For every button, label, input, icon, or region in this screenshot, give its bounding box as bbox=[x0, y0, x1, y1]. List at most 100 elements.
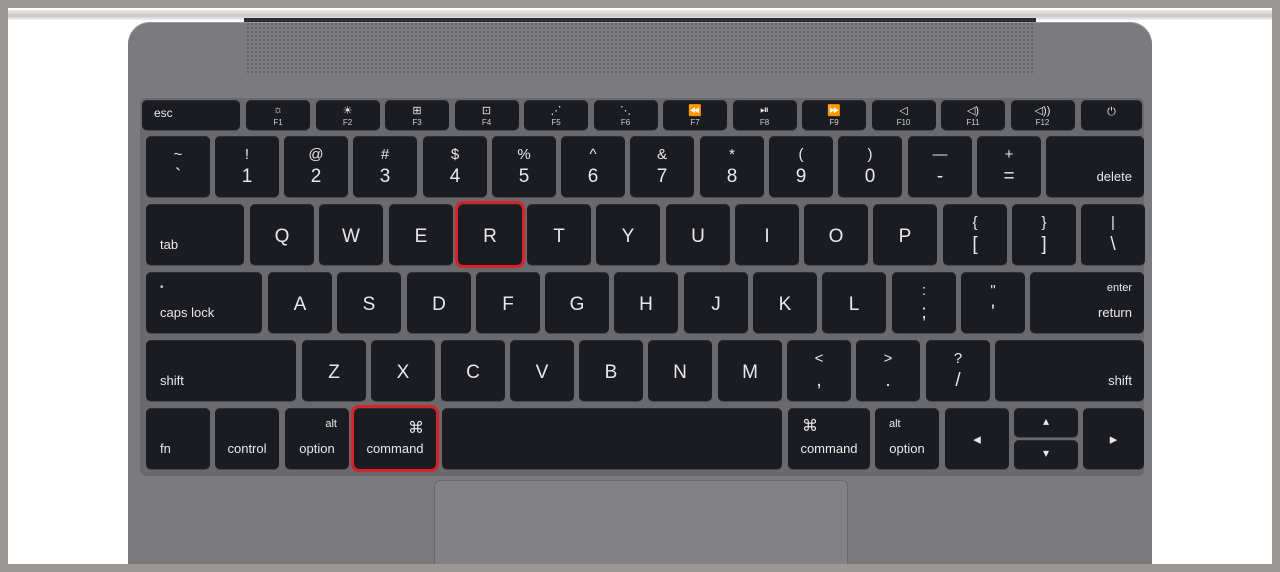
f11-icon: ◁) bbox=[966, 105, 980, 117]
trackpad[interactable] bbox=[434, 480, 848, 564]
letter-label: G bbox=[569, 294, 585, 315]
number-key-6[interactable]: ^ 6 bbox=[561, 136, 625, 197]
letter-label: F bbox=[502, 294, 514, 315]
f2-key[interactable]: ☀ F2 bbox=[315, 100, 380, 130]
number-key-4[interactable]: $4 bbox=[423, 136, 487, 197]
letter-key-u[interactable]: U bbox=[666, 204, 730, 265]
punct-key-1[interactable]: >. bbox=[856, 340, 920, 401]
letter-key-t[interactable]: T bbox=[527, 204, 591, 265]
f9-key[interactable]: ⏩ F9 bbox=[802, 100, 866, 130]
alt-label: alt bbox=[325, 418, 337, 430]
letter-key-w[interactable]: W bbox=[319, 204, 383, 265]
key-top-symbol: — bbox=[932, 146, 948, 163]
tab-label: tab bbox=[160, 237, 179, 252]
caps-lock-key[interactable]: • caps lock bbox=[146, 272, 262, 333]
f3-icon: ⊞ bbox=[412, 105, 422, 117]
tab-key[interactable]: tab bbox=[146, 204, 244, 265]
letter-key-m[interactable]: M bbox=[718, 340, 782, 401]
number-key-8[interactable]: * 8 bbox=[700, 136, 764, 197]
letter-key-g[interactable]: G bbox=[545, 272, 609, 333]
arrow-up-key[interactable]: ▴ bbox=[1014, 408, 1078, 437]
command-left-key[interactable]: ⌘ command bbox=[351, 405, 439, 472]
bracket-key-0[interactable]: {[ bbox=[943, 204, 1007, 265]
f10-key[interactable]: ◁ F10 bbox=[871, 100, 936, 130]
letter-key-r[interactable]: R bbox=[455, 201, 525, 268]
number-key-1[interactable]: ! 1 bbox=[215, 136, 279, 197]
letter-key-f[interactable]: F bbox=[476, 272, 540, 333]
command-right-key[interactable]: ⌘ command bbox=[788, 408, 870, 469]
caps-lock-label: caps lock bbox=[160, 305, 215, 320]
letter-key-x[interactable]: X bbox=[371, 340, 435, 401]
f11-key[interactable]: ◁) F11 bbox=[941, 100, 1005, 130]
f2-label: F2 bbox=[342, 118, 353, 127]
f4-key[interactable]: ⊡ F4 bbox=[454, 100, 519, 130]
number-key-7[interactable]: & 7 bbox=[630, 136, 694, 197]
arrow-left-key[interactable]: ◂ bbox=[945, 408, 1009, 469]
arrow-right-key[interactable]: ▸ bbox=[1083, 408, 1144, 469]
shift-left-key[interactable]: shift bbox=[146, 340, 296, 401]
space-bar[interactable] bbox=[442, 408, 782, 469]
number-key-9[interactable]: (9 bbox=[769, 136, 833, 197]
letter-key-d[interactable]: D bbox=[407, 272, 471, 333]
bracket-key-2[interactable]: | \ bbox=[1081, 204, 1145, 265]
delete-key[interactable]: delete bbox=[1046, 136, 1144, 197]
letter-key-z[interactable]: Z bbox=[302, 340, 366, 401]
letter-label: T bbox=[553, 226, 565, 247]
shift-right-key[interactable]: shift bbox=[995, 340, 1144, 401]
number-key-10[interactable]: ) 0 bbox=[838, 136, 902, 197]
control-key[interactable]: control bbox=[215, 408, 279, 469]
number-key-0[interactable]: ~ ` bbox=[146, 136, 210, 197]
letter-key-v[interactable]: V bbox=[510, 340, 574, 401]
letter-key-j[interactable]: J bbox=[684, 272, 748, 333]
number-key-11[interactable]: — - bbox=[908, 136, 972, 197]
f12-icon: ◁)) bbox=[1034, 105, 1051, 117]
letter-label: B bbox=[604, 362, 618, 383]
letter-key-b[interactable]: B bbox=[579, 340, 643, 401]
letter-key-s[interactable]: S bbox=[337, 272, 401, 333]
f12-key[interactable]: ◁)) F12 bbox=[1010, 100, 1075, 130]
number-key-2[interactable]: @2 bbox=[284, 136, 348, 197]
number-key-12[interactable]: + = bbox=[977, 136, 1041, 197]
bracket-key-1[interactable]: }] bbox=[1012, 204, 1076, 265]
power-key[interactable]: ⏻ bbox=[1081, 100, 1142, 130]
option-left-key[interactable]: alt option bbox=[285, 408, 349, 469]
letter-key-k[interactable]: K bbox=[753, 272, 817, 333]
f3-key[interactable]: ⊞ F3 bbox=[385, 100, 449, 130]
letter-key-l[interactable]: L bbox=[822, 272, 886, 333]
semicolon-key[interactable]: :; bbox=[892, 272, 956, 333]
punct-key-2[interactable]: ? / bbox=[926, 340, 990, 401]
f8-key[interactable]: ⏯ F8 bbox=[732, 100, 797, 130]
key-top-symbol: " bbox=[990, 282, 996, 299]
letter-key-c[interactable]: C bbox=[441, 340, 505, 401]
letter-key-q[interactable]: Q bbox=[250, 204, 314, 265]
option-right-key[interactable]: alt option bbox=[875, 408, 939, 469]
letter-key-p[interactable]: P bbox=[873, 204, 937, 265]
quote-key[interactable]: " ' bbox=[961, 272, 1025, 333]
key-bottom-symbol: 2 bbox=[310, 166, 322, 187]
arrow-down-key[interactable]: ▾ bbox=[1014, 440, 1078, 469]
letter-key-n[interactable]: N bbox=[648, 340, 712, 401]
letter-key-h[interactable]: H bbox=[614, 272, 678, 333]
f2-icon: ☀ bbox=[342, 105, 353, 117]
alt-label: alt bbox=[889, 418, 901, 430]
letter-key-o[interactable]: O bbox=[804, 204, 868, 265]
command-label: command bbox=[800, 441, 858, 456]
letter-key-a[interactable]: A bbox=[268, 272, 332, 333]
f5-key[interactable]: ⋰ F5 bbox=[524, 100, 588, 130]
f7-key[interactable]: ⏪ F7 bbox=[663, 100, 727, 130]
key-bottom-symbol: 5 bbox=[518, 166, 530, 187]
number-key-5[interactable]: % 5 bbox=[492, 136, 556, 197]
punct-key-0[interactable]: <, bbox=[787, 340, 851, 401]
letter-label: P bbox=[898, 226, 912, 247]
letter-key-i[interactable]: I bbox=[735, 204, 799, 265]
f6-key[interactable]: ⋱ F6 bbox=[593, 100, 658, 130]
number-key-3[interactable]: #3 bbox=[353, 136, 417, 197]
letter-key-e[interactable]: E bbox=[389, 204, 453, 265]
letter-key-y[interactable]: Y bbox=[596, 204, 660, 265]
return-key[interactable]: enter return bbox=[1030, 272, 1144, 333]
command-symbol-icon: ⌘ bbox=[408, 420, 424, 437]
fn-key[interactable]: fn bbox=[146, 408, 210, 469]
f1-key[interactable]: ☼ F1 bbox=[246, 100, 310, 130]
esc-key[interactable]: esc bbox=[142, 100, 240, 130]
f5-label: F5 bbox=[551, 118, 561, 127]
